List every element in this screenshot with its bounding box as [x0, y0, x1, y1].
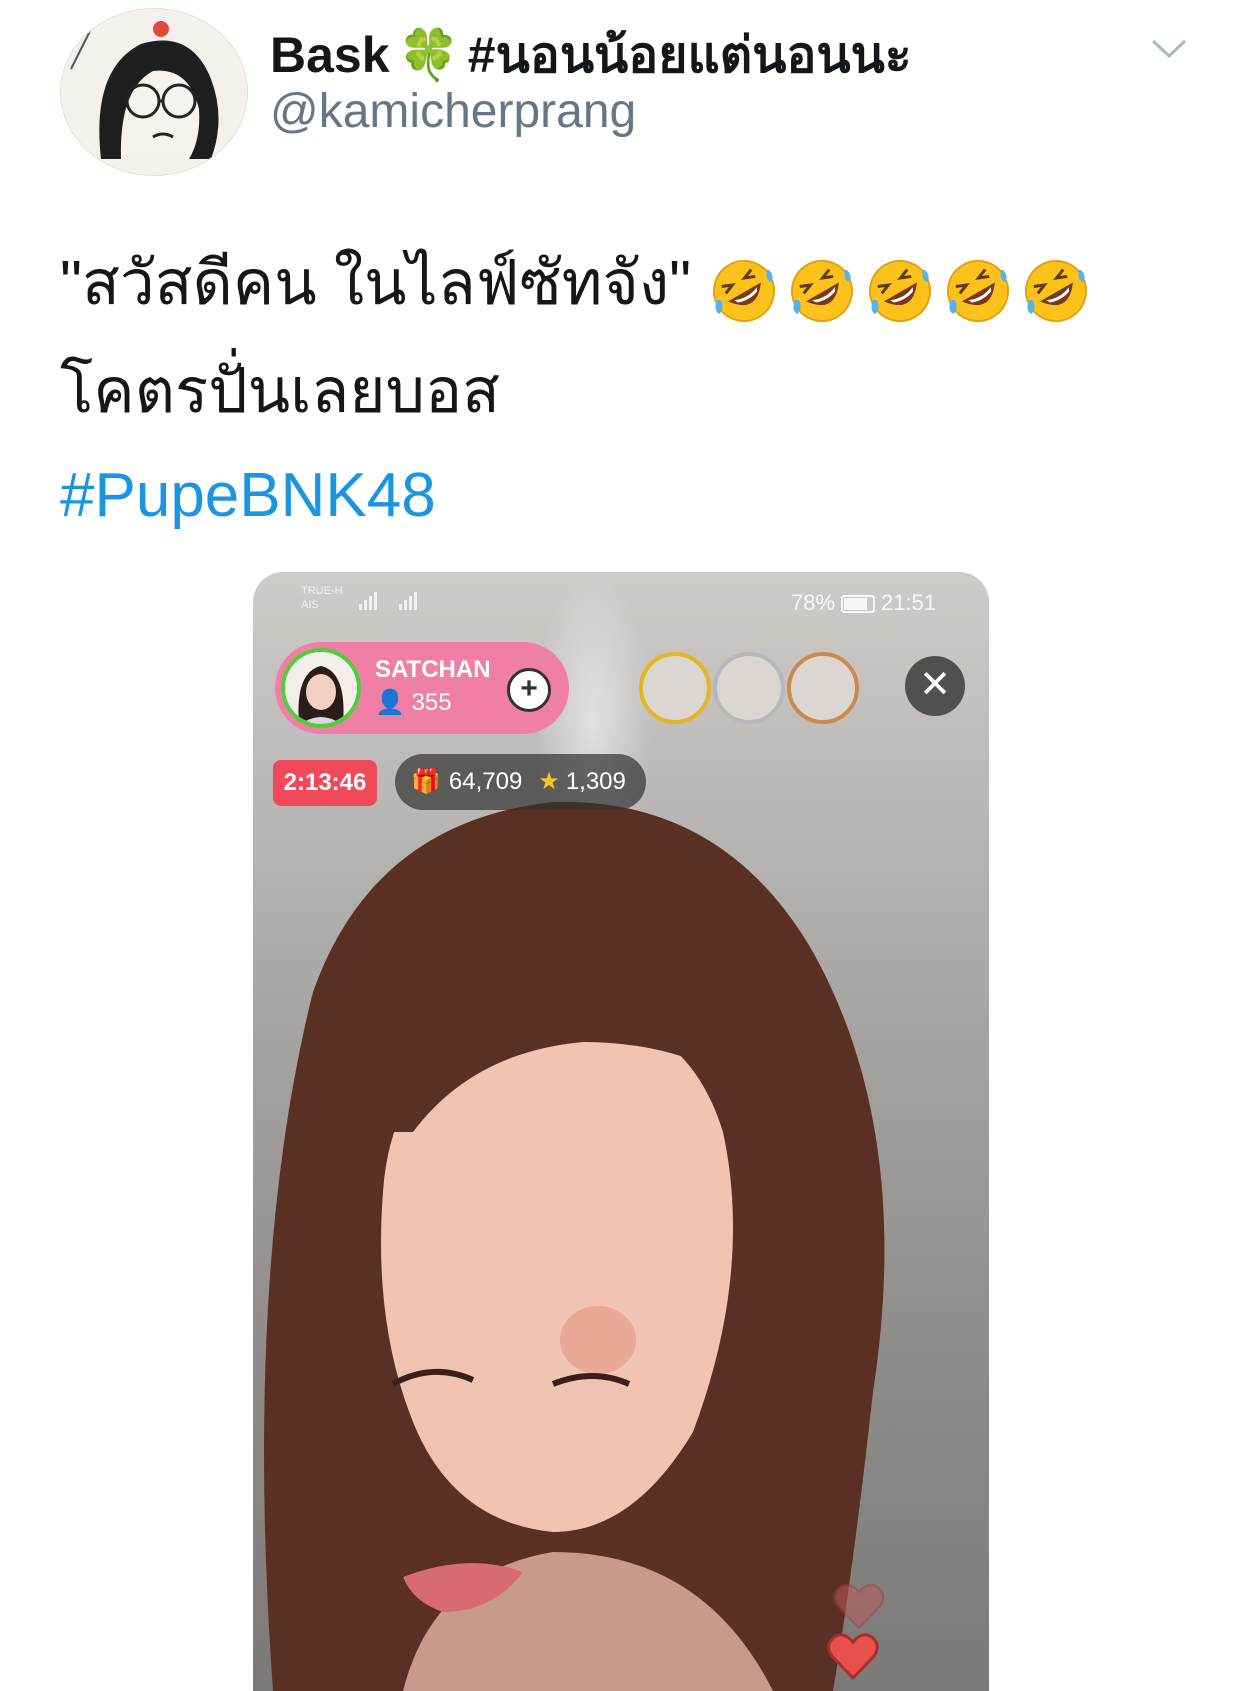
star-count: 1,309	[565, 768, 626, 795]
like-heart-icon[interactable]	[827, 1632, 879, 1680]
follow-button[interactable]: +	[507, 668, 551, 712]
battery-icon	[841, 595, 876, 614]
gift-icon: 🎁	[411, 768, 441, 795]
person-illustration	[264, 801, 885, 1691]
top-fan-3-avatar[interactable]	[787, 652, 859, 724]
display-name-hashtag: #นอนน้อยแต่นอนนะ	[467, 27, 912, 83]
tweet-line-2: โคตรปั่นเลยบอส	[60, 356, 501, 426]
tweet-quote: "สวัสดีคน ในไลฟ์ซัทจัง"	[60, 249, 692, 318]
hashtag-link[interactable]: #PupeBNK48	[60, 460, 436, 531]
top-fan-2-avatar[interactable]	[713, 652, 785, 724]
clover-icon: 🍀	[397, 27, 460, 83]
viewer-count: 355	[411, 689, 452, 716]
rofl-emoji-icon	[1025, 260, 1088, 323]
rofl-emoji-icon	[869, 260, 932, 323]
live-timer: 2:13:46	[273, 760, 377, 806]
status-carrier: TRUE-H AIS	[301, 584, 343, 612]
chevron-down-icon[interactable]	[1150, 36, 1188, 62]
avatar-illustration	[61, 9, 247, 175]
carrier-1: TRUE-H	[301, 585, 343, 597]
battery-percent: 78%	[791, 590, 836, 615]
host-avatar[interactable]	[281, 648, 361, 728]
close-icon: ✕	[919, 664, 951, 706]
user-handle[interactable]: @kamicherprang	[270, 84, 636, 139]
signal-icon	[359, 592, 417, 610]
person-icon: 👤	[375, 689, 405, 716]
host-viewers: 👤 355	[375, 688, 452, 717]
rofl-emoji-icon	[947, 260, 1010, 323]
profile-avatar[interactable]	[60, 8, 248, 176]
host-info-pill[interactable]: SATCHAN 👤 355 +	[275, 642, 569, 734]
star-icon: ★	[538, 768, 560, 795]
tweet-text: "สวัสดีคน ในไลฟ์ซัทจัง" โคตรปั่นเลยบอส	[60, 232, 1190, 444]
display-name-text: Bask	[270, 27, 390, 83]
tweet-media-image[interactable]: TRUE-H AIS 78% 21:51 SATCHAN 👤 355 + ✕ 2…	[253, 572, 989, 1691]
emoji-row	[709, 236, 1099, 340]
status-battery: 78% 21:51	[791, 590, 936, 616]
rofl-emoji-icon	[791, 260, 854, 323]
top-fan-1-avatar[interactable]	[639, 652, 711, 724]
gift-count: 64,709	[448, 768, 523, 795]
carrier-2: AIS	[301, 599, 319, 611]
heart-icon	[833, 1583, 885, 1630]
live-stats: 🎁 64,709 ★ 1,309	[395, 754, 646, 810]
close-button[interactable]: ✕	[905, 656, 965, 716]
host-avatar-image	[285, 652, 357, 724]
host-name: SATCHAN	[375, 656, 491, 683]
rofl-emoji-icon	[713, 260, 776, 323]
tweet-line-1: "สวัสดีคน ในไลฟ์ซัทจัง"	[60, 232, 1190, 340]
status-time: 21:51	[881, 590, 937, 615]
